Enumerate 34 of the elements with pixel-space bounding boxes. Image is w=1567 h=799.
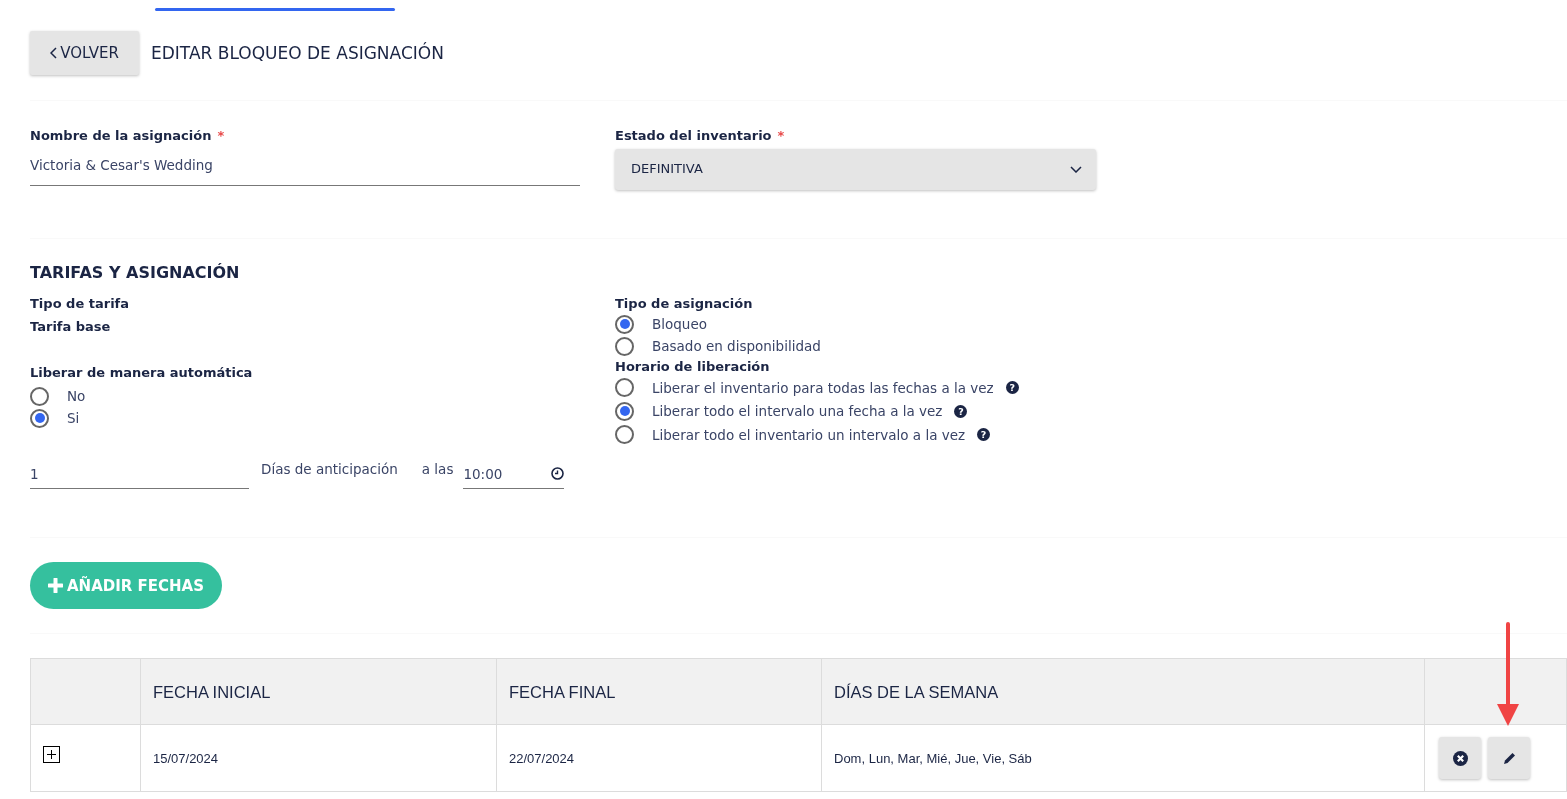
radio-label: Basado en disponibilidad: [652, 337, 821, 357]
required-asterisk: *: [777, 127, 785, 145]
inventory-status-dropdown[interactable]: DEFINITIVA: [615, 148, 1096, 190]
help-icon[interactable]: ?: [954, 404, 968, 418]
back-button[interactable]: VOLVER: [30, 31, 139, 75]
field-label: Nombre de la asignación: [30, 127, 212, 145]
radio-label: Liberar el inventario para todas las fechas a la vez: [652, 378, 994, 398]
field-label: Tipo de tarifa: [30, 294, 131, 313]
radio-label: Bloqueo: [652, 315, 707, 335]
radio-label: Si: [67, 409, 80, 429]
field-label: Horario de liberación: [615, 358, 771, 377]
page-title: EDITAR BLOQUEO DE ASIGNACIÓN: [151, 42, 444, 64]
at-label: a las: [421, 460, 454, 480]
radio-label: No: [67, 387, 86, 407]
column-header: DÍAS DE LA SEMANA: [821, 658, 1425, 725]
days-input-field[interactable]: 1: [30, 459, 249, 490]
radio-label: Liberar todo el intervalo una fecha a la vez: [652, 402, 943, 422]
required-asterisk: *: [217, 127, 225, 145]
field-label: Estado del inventario: [615, 127, 772, 145]
days-label: Días de anticipación: [261, 460, 398, 480]
table-cell: 15/07/2024: [140, 724, 497, 792]
help-icon[interactable]: ?: [977, 428, 991, 442]
section-title: TARIFAS Y ASIGNACIÓN: [30, 262, 241, 282]
field-label: Liberar de manera automática: [30, 363, 254, 382]
name-input-field[interactable]: Victoria & Cesar's Wedding: [30, 145, 580, 186]
table-cell: 22/07/2024: [496, 724, 822, 792]
column-header: FECHA FINAL: [496, 658, 822, 725]
time-input-field[interactable]: 10:00: [463, 459, 565, 490]
help-icon[interactable]: ?: [1005, 381, 1019, 395]
column-header: FECHA INICIAL: [140, 658, 497, 725]
field-label: Tipo de asignación: [615, 294, 754, 313]
rate-type-value: Tarifa base: [30, 318, 112, 337]
radio-label: Liberar todo el inventario un intervalo a la vez: [652, 425, 966, 445]
table-cell: Dom, Lun, Mar, Mié, Jue, Vie, Sáb: [821, 724, 1425, 792]
